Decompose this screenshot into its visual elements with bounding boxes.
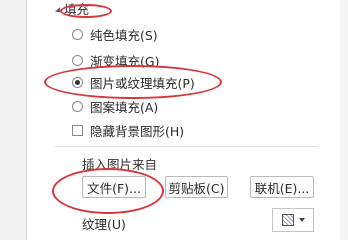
dropdown-arrow-icon (298, 218, 305, 222)
option-label: 渐变填充(G) (90, 53, 160, 69)
file-button[interactable]: 文件(F)... (82, 176, 146, 198)
collapse-triangle-icon (55, 6, 60, 12)
fill-section-header[interactable]: 填充 (55, 0, 90, 17)
texture-pattern-icon (281, 214, 294, 226)
clipboard-button[interactable]: 剪贴板(C) (165, 176, 228, 198)
panel-scrollbar[interactable] (340, 0, 348, 240)
checkbox-hide-background-graphics[interactable]: 隐藏背景图形(H) (72, 120, 184, 140)
insert-picture-from-heading: 插入图片来自 (82, 157, 158, 172)
radio-button-icon[interactable] (72, 54, 83, 66)
fill-section-title: 填充 (64, 1, 90, 17)
texture-dropdown[interactable] (272, 208, 314, 232)
checkbox-icon[interactable] (72, 124, 83, 136)
radio-solid-fill[interactable]: 纯色填充(S) (72, 24, 158, 44)
radio-pattern-fill[interactable]: 图案填充(A) (72, 96, 158, 116)
radio-gradient-fill[interactable]: 渐变填充(G) (72, 50, 159, 70)
texture-label: 纹理(U) (82, 217, 126, 232)
left-panel-strip (0, 0, 26, 240)
radio-button-icon[interactable] (72, 100, 83, 112)
panel-divider (26, 0, 27, 240)
option-label: 纯色填充(S) (90, 27, 158, 43)
radio-button-selected-icon[interactable] (72, 76, 83, 88)
radio-button-icon[interactable] (72, 28, 83, 40)
option-label: 图案填充(A) (90, 99, 159, 115)
section-separator (55, 146, 318, 147)
option-label: 图片或纹理填充(P) (90, 75, 195, 91)
online-button[interactable]: 联机(E)... (250, 176, 314, 198)
radio-picture-texture-fill[interactable]: 图片或纹理填充(P) (72, 72, 195, 92)
option-label: 隐藏背景图形(H) (90, 123, 185, 139)
